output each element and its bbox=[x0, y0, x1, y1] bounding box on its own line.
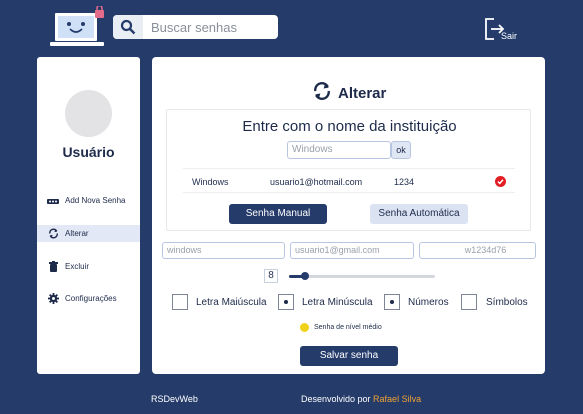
symbols-checkbox[interactable] bbox=[461, 294, 477, 310]
length-value[interactable]: 8 bbox=[264, 269, 278, 283]
ok-button[interactable]: ok bbox=[391, 141, 411, 159]
save-password-button[interactable]: Salvar senha bbox=[300, 346, 398, 366]
check-icon[interactable] bbox=[495, 176, 506, 187]
strength-indicator: Senha de nível médio bbox=[300, 323, 382, 332]
result-password: 1234 bbox=[394, 177, 415, 187]
sidebar-item-label: Alterar bbox=[65, 229, 89, 238]
option-uppercase[interactable]: Letra Maiúscula bbox=[172, 294, 267, 310]
footer-credit-text: Desenvolvido por bbox=[301, 394, 374, 404]
panel-title: Entre com o nome da instituição bbox=[242, 118, 457, 135]
manual-password-button[interactable]: Senha Manual bbox=[229, 204, 327, 224]
option-label: Símbolos bbox=[486, 296, 528, 308]
email-field[interactable]: usuario1@gmail.com bbox=[290, 242, 414, 259]
option-label: Letra Minúscula bbox=[302, 296, 373, 308]
sidebar-item-configuracoes[interactable]: Configurações bbox=[37, 290, 140, 307]
numbers-checkbox[interactable] bbox=[384, 294, 400, 310]
app-logo bbox=[50, 4, 104, 48]
option-lowercase[interactable]: Letra Minúscula bbox=[278, 294, 373, 310]
result-institution: Windows bbox=[192, 177, 229, 187]
footer-author-link[interactable]: Rafael Silva bbox=[373, 394, 421, 404]
institution-search-input[interactable]: Windows bbox=[287, 141, 391, 159]
sidebar-item-excluir[interactable]: Excluir bbox=[37, 258, 140, 275]
sidebar-item-label: Excluir bbox=[65, 262, 90, 271]
main-panel: Alterar Entre com o nome da instituição … bbox=[152, 57, 545, 374]
option-label: Letra Maiúscula bbox=[196, 296, 267, 308]
search-input[interactable]: Buscar senhas bbox=[143, 20, 237, 35]
gear-icon bbox=[47, 293, 59, 304]
sidebar-item-alterar[interactable]: Alterar bbox=[37, 225, 140, 242]
logout-button[interactable]: Sair bbox=[484, 17, 524, 43]
auto-password-button[interactable]: Senha Automática bbox=[370, 204, 468, 224]
trash-icon bbox=[47, 261, 59, 272]
add-password-icon bbox=[47, 197, 59, 205]
result-row[interactable]: Windows usuario1@hotmail.com 1234 bbox=[183, 168, 515, 193]
logout-label: Sair bbox=[501, 31, 518, 41]
change-icon bbox=[47, 228, 59, 239]
search-bar[interactable]: Buscar senhas bbox=[113, 15, 278, 39]
sidebar-item-add-password[interactable]: Add Nova Senha bbox=[37, 192, 140, 209]
option-symbols[interactable]: Símbolos bbox=[461, 294, 528, 310]
sidebar-item-label: Add Nova Senha bbox=[65, 196, 126, 205]
sidebar: Usuário Add Nova Senha Alterar Excluir C… bbox=[37, 57, 140, 374]
change-icon bbox=[312, 81, 332, 105]
slider-handle[interactable] bbox=[300, 272, 309, 280]
search-institution-panel: Entre com o nome da instituição Windows … bbox=[166, 109, 531, 231]
option-label: Números bbox=[408, 296, 449, 308]
footer-credit: Desenvolvido por Rafael Silva bbox=[301, 394, 421, 404]
page-title-text: Alterar bbox=[338, 84, 387, 102]
institution-field[interactable]: windows bbox=[162, 242, 285, 259]
strength-dot bbox=[300, 323, 309, 332]
avatar bbox=[65, 90, 112, 137]
lowercase-checkbox[interactable] bbox=[278, 294, 294, 310]
option-numbers[interactable]: Números bbox=[384, 294, 449, 310]
password-field[interactable]: w1234d76 bbox=[419, 242, 536, 259]
footer-brand: RSDevWeb bbox=[151, 394, 198, 404]
page-title: Alterar bbox=[312, 81, 386, 105]
length-slider[interactable] bbox=[289, 272, 435, 280]
result-email: usuario1@hotmail.com bbox=[270, 177, 363, 187]
sidebar-item-label: Configurações bbox=[65, 294, 117, 303]
uppercase-checkbox[interactable] bbox=[172, 294, 188, 310]
strength-label: Senha de nível médio bbox=[314, 324, 382, 331]
user-name: Usuário bbox=[62, 144, 115, 160]
search-icon[interactable] bbox=[113, 15, 143, 39]
